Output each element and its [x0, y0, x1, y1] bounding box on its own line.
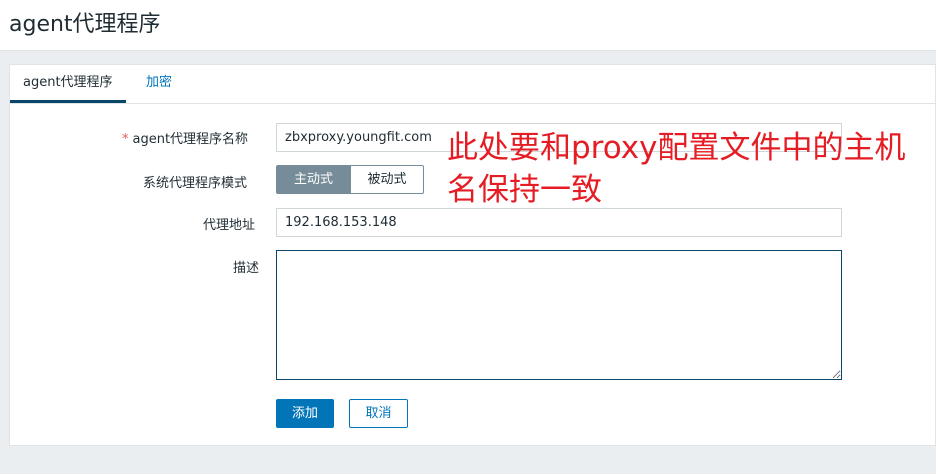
page-title: agent代理程序: [9, 12, 161, 37]
cancel-button[interactable]: 取消: [349, 399, 408, 428]
proxy-address-label: 代理地址: [203, 218, 256, 233]
proxy-name-label-text: agent代理程序名称: [132, 132, 249, 147]
mode-passive-button[interactable]: 被动式: [350, 165, 424, 194]
description-label: 描述: [233, 261, 260, 276]
add-button[interactable]: 添加: [276, 399, 334, 428]
red-annotation-text: 此处要和proxy配置文件中的主机名保持一致: [447, 130, 906, 208]
proxy-mode-label: 系统代理程序模式: [143, 176, 248, 191]
page-header: agent代理程序: [0, 0, 936, 51]
tab-bar: agent代理程序 加密: [10, 65, 935, 104]
description-textarea[interactable]: [276, 250, 842, 380]
proxy-name-label: * agent代理程序名称: [122, 128, 248, 147]
required-mark: *: [122, 132, 129, 147]
tab-agent-proxy[interactable]: agent代理程序: [10, 65, 126, 103]
form-panel: agent代理程序 加密 *agent代理程序名称 系统代理程序模式 主动式 被…: [9, 64, 936, 446]
proxy-address-input[interactable]: [276, 208, 842, 237]
tab-encryption[interactable]: 加密: [133, 65, 185, 102]
mode-active-button[interactable]: 主动式: [276, 165, 351, 194]
